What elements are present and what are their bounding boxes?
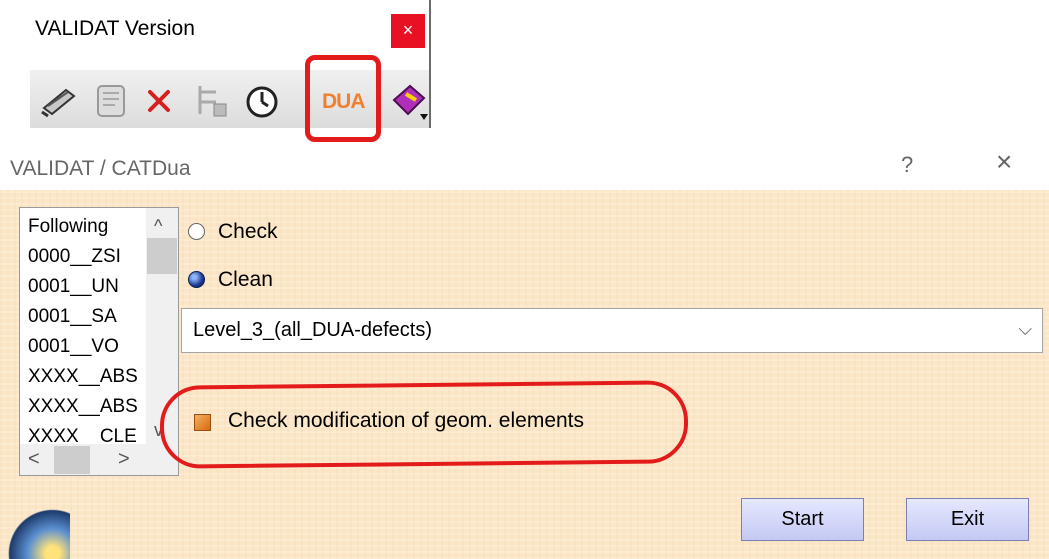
list-item[interactable]: XXXX__ABS [28,362,154,392]
toolbar-window: VALIDAT Version × DUA [0,0,431,142]
toolbar-border [429,0,431,128]
dua-highlight [305,55,381,142]
list-item[interactable]: 0001__UN [28,272,154,302]
list-item[interactable]: 0000__ZSI [28,242,154,272]
exit-button[interactable]: Exit [906,498,1029,541]
vertical-scroll-thumb[interactable] [147,238,177,274]
delete-x-icon[interactable] [138,78,182,122]
level-select[interactable]: Level_3_(all_DUA-defects) ⌵ [181,308,1043,353]
rule-list-items: Following 0000__ZSI 0001__UN 0001__SA 00… [28,212,154,448]
pen-icon[interactable] [38,78,82,122]
scroll-right-icon[interactable]: > [118,448,130,471]
horizontal-scrollbar[interactable]: < > [20,444,178,475]
horizontal-scroll-thumb[interactable] [54,446,90,474]
list-item[interactable]: Following [28,212,154,242]
corner-logo [0,505,70,559]
modification-highlight [159,380,689,469]
help-book-icon[interactable] [386,78,430,122]
scroll-up-icon[interactable]: ^ [154,216,162,237]
radio-check-button[interactable] [188,223,205,240]
tree-tool-icon[interactable] [190,78,234,122]
close-icon[interactable]: × [996,146,1012,178]
list-item[interactable]: 0001__VO [28,332,154,362]
start-button[interactable]: Start [741,498,864,541]
scroll-icon[interactable] [90,78,134,122]
toolbar-title: VALIDAT Version [35,17,195,40]
level-select-value: Level_3_(all_DUA-defects) [193,319,433,341]
radio-clean-button[interactable] [188,271,205,288]
scroll-left-icon[interactable]: < [28,448,40,471]
radio-clean-label: Clean [218,268,273,291]
chevron-down-icon[interactable]: ⌵ [1018,319,1032,340]
dialog-title: VALIDAT / CATDua [10,157,191,180]
list-item[interactable]: 0001__SA [28,302,154,332]
rule-list[interactable]: Following 0000__ZSI 0001__UN 0001__SA 00… [19,207,179,476]
help-icon[interactable]: ? [901,152,913,178]
clock-icon[interactable] [240,78,284,122]
radio-check-label: Check [218,220,278,243]
toolbar-close-button[interactable]: × [391,14,425,48]
list-item[interactable]: XXXX__ABS [28,392,154,422]
